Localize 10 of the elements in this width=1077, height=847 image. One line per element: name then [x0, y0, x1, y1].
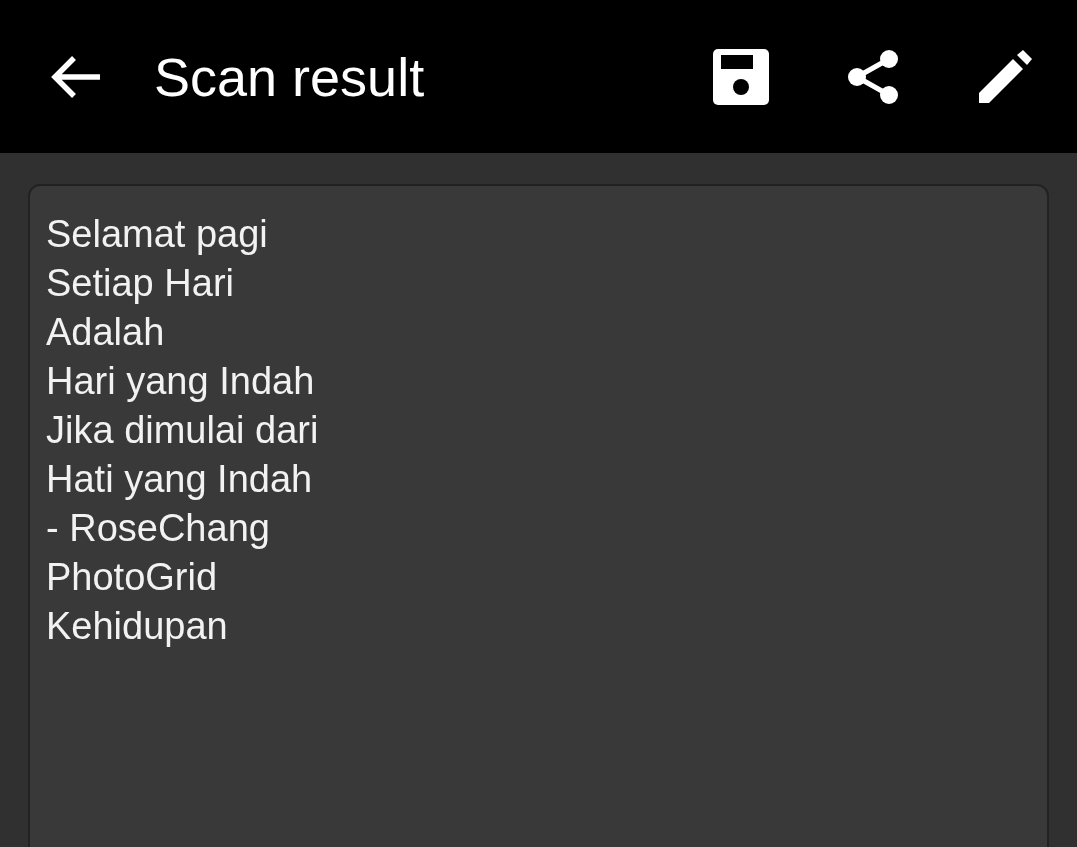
result-text: Selamat pagi Setiap Hari Adalah Hari yang Indah Jika dimulai dari Hati yang Indah - RoseChang PhotoGrid Kehidupan [46, 212, 319, 649]
result-text-box[interactable]: Selamat pagi Setiap Hari Adalah Hari yang Indah Jika dimulai dari Hati yang Indah - RoseChang PhotoGrid Kehidupan [28, 184, 1049, 847]
save-button[interactable] [713, 48, 769, 105]
share-icon [845, 48, 901, 105]
edit-icon [977, 48, 1033, 105]
save-icon [713, 48, 769, 105]
screen-title: Scan result [154, 49, 425, 104]
share-button[interactable] [845, 48, 901, 105]
back-arrow-icon [50, 54, 102, 99]
edit-button[interactable] [977, 48, 1033, 105]
